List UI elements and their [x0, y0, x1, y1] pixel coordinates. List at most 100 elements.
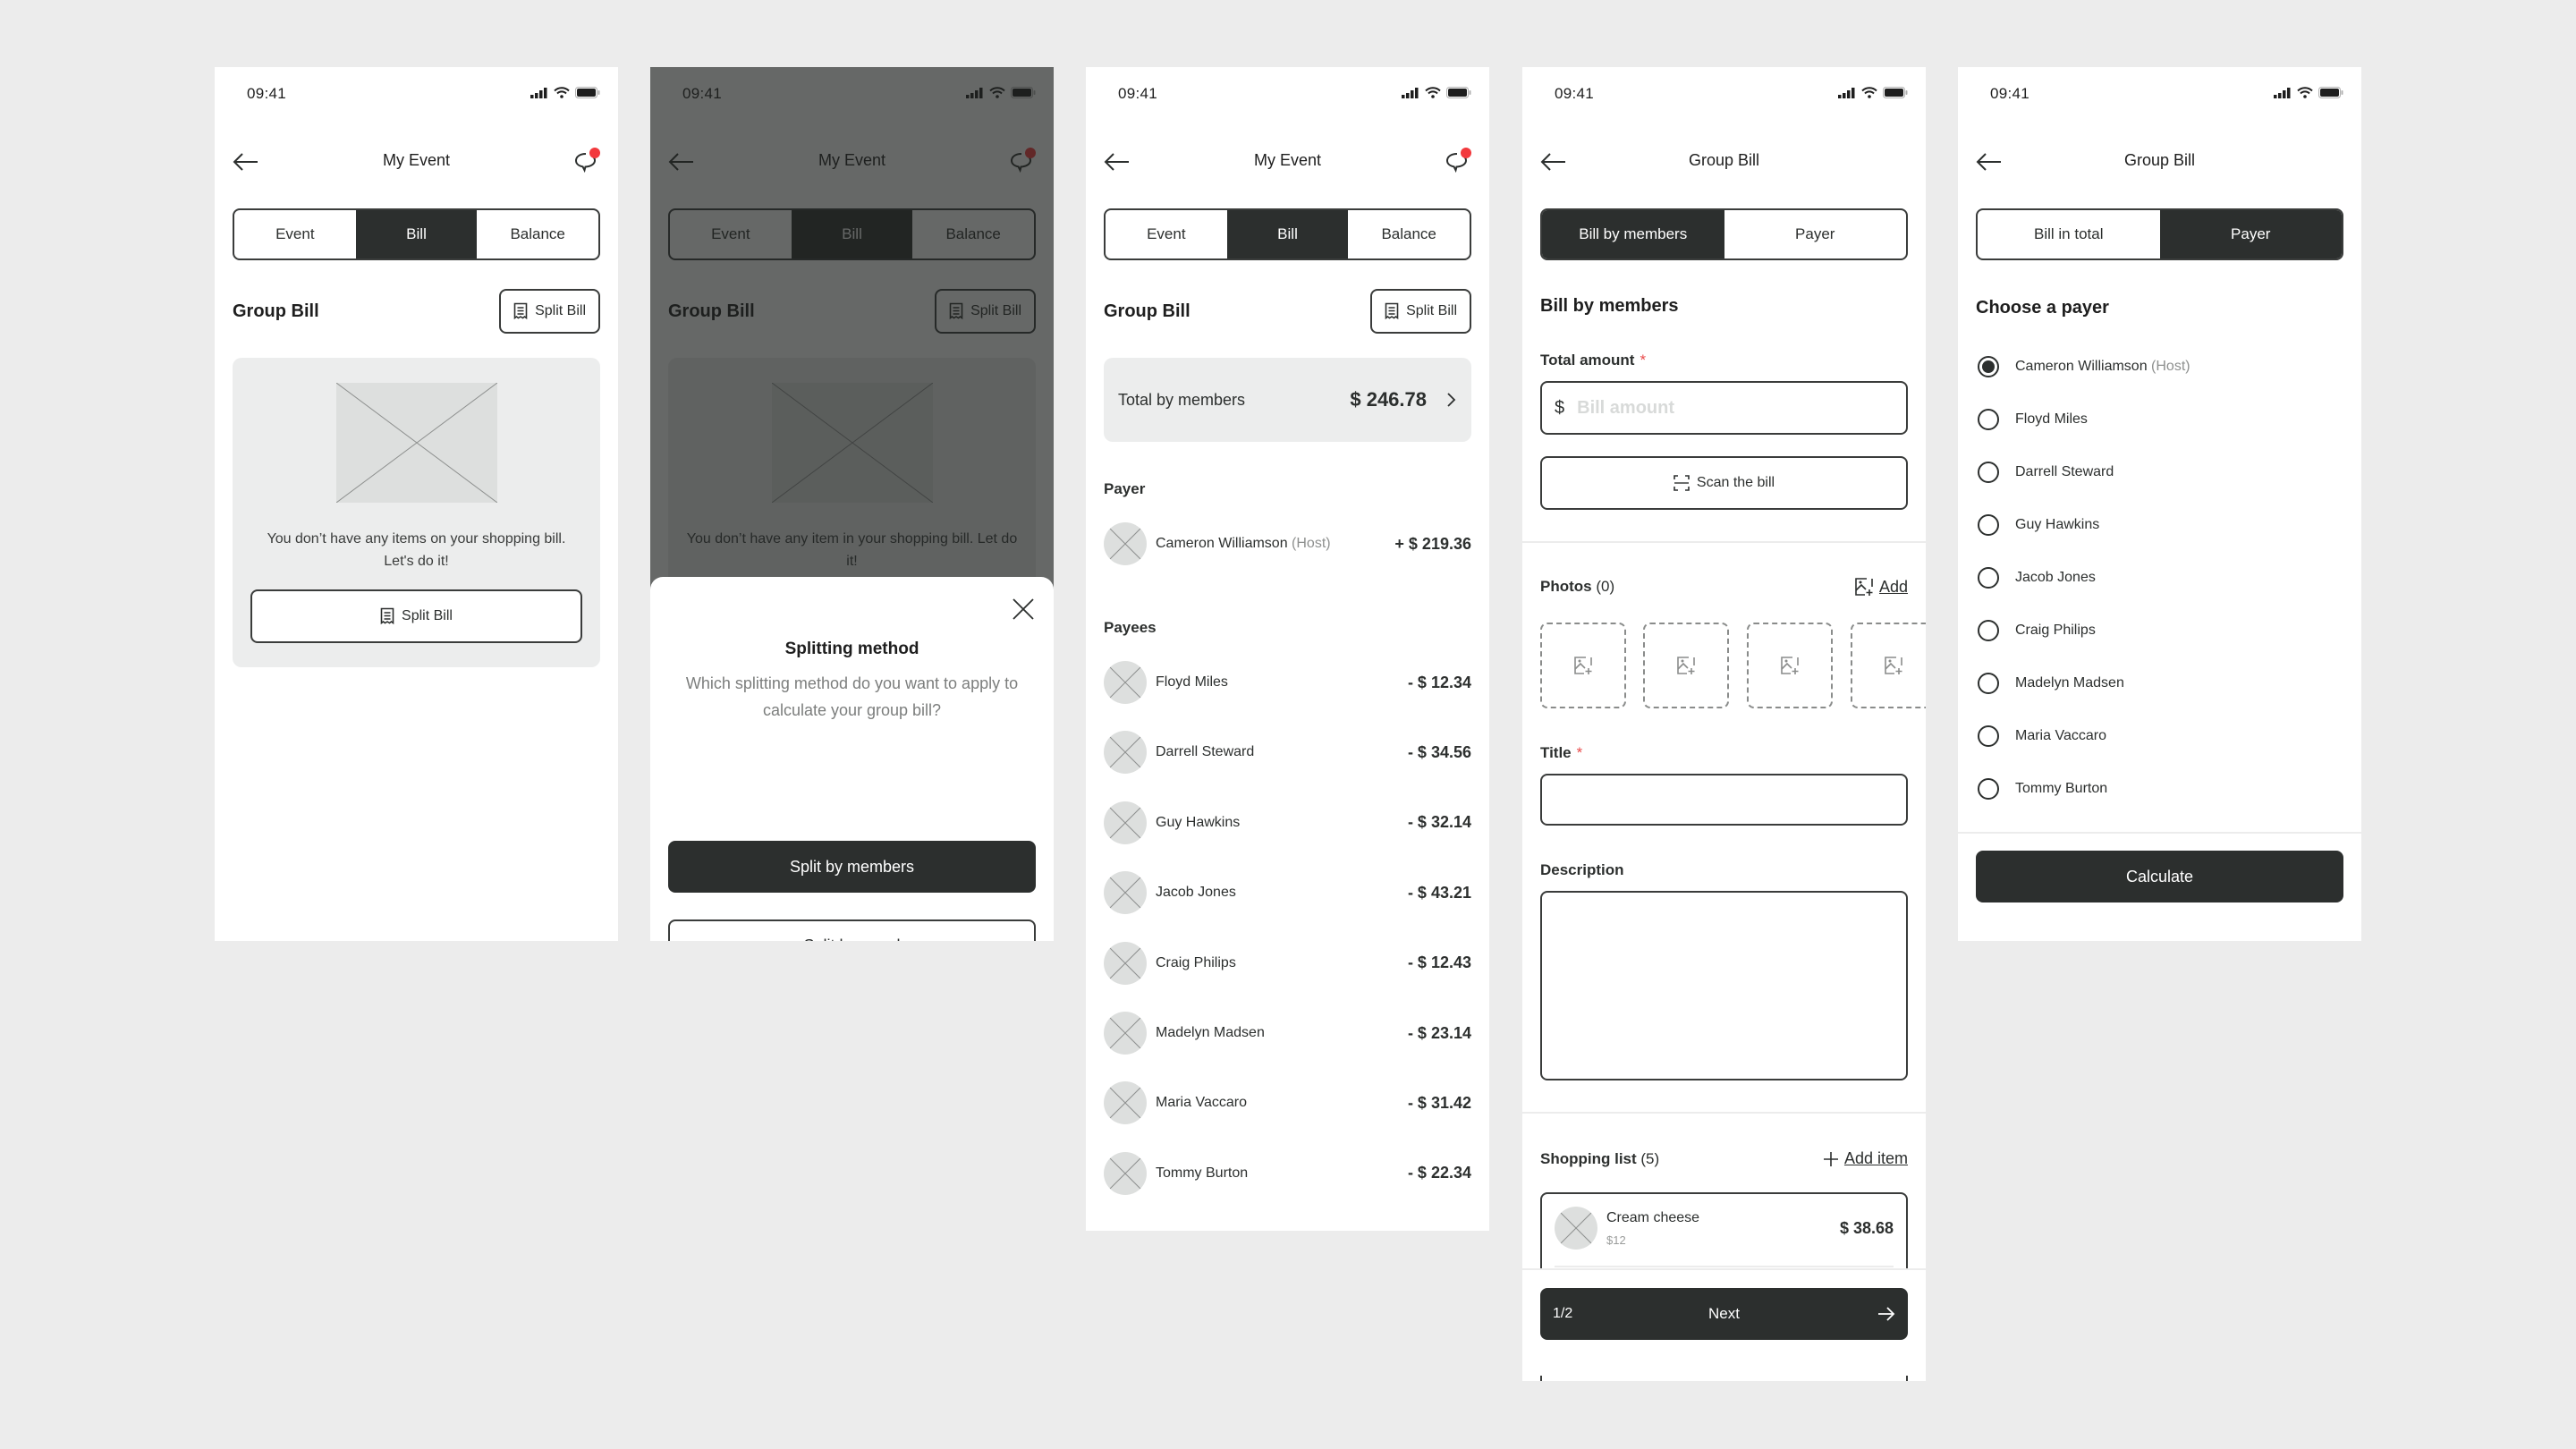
sheet-title: Splitting method [784, 640, 919, 658]
payee-row: Maria Vaccaro - $ 31.42 [1104, 1081, 1471, 1125]
payer-option-name: Jacob Jones [2015, 570, 2096, 585]
payee-row: Darrell Steward - $ 34.56 [1104, 731, 1471, 775]
add-item-label: Add item [1843, 1149, 1908, 1167]
empty-state-text: You don’t have any items on your shoppin… [267, 531, 566, 569]
payer-option[interactable]: Madelyn Madsen [1978, 670, 2343, 697]
payee-amount: - $ 12.34 [1407, 673, 1471, 691]
title-input[interactable] [1555, 775, 1894, 824]
payer-option-name: Darrell Steward [2015, 464, 2114, 479]
battery-icon [1446, 87, 1471, 98]
radio-button[interactable] [1978, 778, 1999, 800]
screen-splitting-method-sheet: 09:41 My Event Event Bill Balance Group … [650, 67, 1054, 941]
payer-option[interactable]: Tommy Burton [1978, 775, 2343, 802]
split-bill-button[interactable]: Split Bill [499, 289, 600, 334]
tab-event[interactable]: Event [234, 210, 356, 258]
radio-button[interactable] [1978, 462, 1999, 483]
chat-notification-icon[interactable] [572, 146, 602, 176]
split-bill-label: Split Bill [1406, 303, 1457, 318]
bill-amount-input[interactable] [1577, 383, 1894, 433]
group-bill-header: Group Bill Split Bill [233, 289, 600, 334]
page-title: My Event [382, 151, 451, 169]
shopping-list-label: Shopping list [1540, 1149, 1637, 1167]
split-by-members-button[interactable]: Split by members [668, 841, 1036, 893]
split-bill-button[interactable]: Split Bill [1370, 289, 1471, 334]
event-tabs: Event Bill Balance [233, 208, 600, 260]
radio-button[interactable] [1978, 725, 1999, 747]
payee-name: Tommy Burton [1156, 1165, 1249, 1181]
description-field[interactable] [1540, 891, 1908, 1080]
payer-option[interactable]: Craig Philips [1978, 617, 2343, 644]
tab-bill[interactable]: Bill [355, 210, 478, 258]
radio-button[interactable] [1978, 620, 1999, 641]
radio-button[interactable] [1978, 567, 1999, 589]
radio-button[interactable] [1978, 409, 1999, 430]
payer-option[interactable]: Jacob Jones [1978, 564, 2343, 591]
empty-split-bill-button[interactable]: Split Bill [250, 589, 582, 643]
tab-bill-by-members[interactable]: Bill by members [1542, 210, 1724, 258]
bill-amount-field[interactable]: $ [1540, 381, 1908, 435]
calculate-button[interactable]: Calculate [1976, 851, 2343, 902]
payer-option[interactable]: Guy Hawkins [1978, 512, 2343, 538]
wifi-icon [2297, 87, 2313, 98]
tab-bill[interactable]: Bill [1226, 210, 1349, 258]
payer-option[interactable]: Cameron Williamson (Host) [1978, 353, 2343, 380]
photo-slot[interactable] [1747, 623, 1833, 708]
payee-amount: - $ 23.14 [1407, 1023, 1471, 1042]
photo-slot[interactable] [1851, 623, 1926, 708]
title-field[interactable] [1540, 774, 1908, 826]
choose-payer-header: Choose a payer [1976, 298, 2343, 318]
plus-icon [1823, 1151, 1838, 1166]
split-by-equal-button[interactable]: Split by equal [668, 919, 1036, 941]
avatar [1104, 801, 1147, 844]
tab-payer[interactable]: Payer [1724, 210, 1907, 258]
section-title: Bill by members [1540, 296, 1679, 316]
total-by-members-card[interactable]: Total by members $ 246.78 [1104, 358, 1471, 442]
required-mark: * [1576, 744, 1583, 761]
wifi-icon [1425, 87, 1441, 98]
add-image-icon [1781, 657, 1799, 674]
payer-option[interactable]: Maria Vaccaro [1978, 723, 2343, 750]
receipt-icon [513, 302, 528, 320]
nav-bar: Group Bill [1958, 144, 2361, 180]
tab-payer[interactable]: Payer [2159, 210, 2342, 258]
scan-icon [1674, 475, 1690, 491]
currency-symbol: $ [1555, 397, 1565, 418]
payer-option[interactable]: Darrell Steward [1978, 459, 2343, 486]
splitting-method-sheet: Splitting method Which splitting method … [650, 577, 1054, 941]
payer-option-name: Floyd Miles [2015, 411, 2088, 427]
event-tabs: Event Bill Balance [1104, 208, 1471, 260]
radio-button[interactable] [1978, 514, 1999, 536]
chat-notification-icon[interactable] [1443, 146, 1473, 176]
battery-icon [1883, 87, 1908, 98]
host-tag: (Host) [2151, 359, 2190, 374]
signal-icon [530, 87, 547, 98]
status-time: 09:41 [1990, 85, 2030, 102]
payer-option[interactable]: Floyd Miles [1978, 406, 2343, 433]
tab-balance[interactable]: Balance [477, 210, 598, 258]
payee-amount: - $ 22.34 [1407, 1164, 1471, 1182]
form-header: Bill by members [1540, 296, 1908, 317]
add-item-button[interactable]: Add item [1823, 1149, 1908, 1168]
scan-bill-button[interactable]: Scan the bill [1540, 456, 1908, 510]
close-icon[interactable] [1011, 597, 1036, 622]
bill-mode-tabs: Bill in total Payer [1976, 208, 2343, 260]
photo-slot[interactable] [1540, 623, 1626, 708]
description-input[interactable] [1555, 903, 1894, 1068]
tab-event[interactable]: Event [1106, 210, 1227, 258]
payer-option-name: Guy Hawkins [2015, 517, 2100, 532]
payer-option-name: Tommy Burton [2015, 781, 2108, 796]
avatar [1104, 731, 1147, 775]
tab-bill-in-total[interactable]: Bill in total [1978, 210, 2160, 258]
radio-button[interactable] [1978, 356, 1999, 377]
battery-icon [575, 87, 600, 98]
radio-button[interactable] [1978, 673, 1999, 694]
avatar [1104, 1151, 1147, 1195]
payer-option-name: Craig Philips [2015, 623, 2096, 638]
photo-slot[interactable] [1643, 623, 1729, 708]
next-button[interactable]: 1/2 Next [1540, 1288, 1908, 1340]
tab-balance[interactable]: Balance [1348, 210, 1470, 258]
payee-name: Floyd Miles [1156, 674, 1228, 690]
payee-name: Maria Vaccaro [1156, 1095, 1247, 1111]
add-photo-button[interactable]: Add [1854, 577, 1908, 597]
item-thumbnail [1555, 1207, 1597, 1250]
